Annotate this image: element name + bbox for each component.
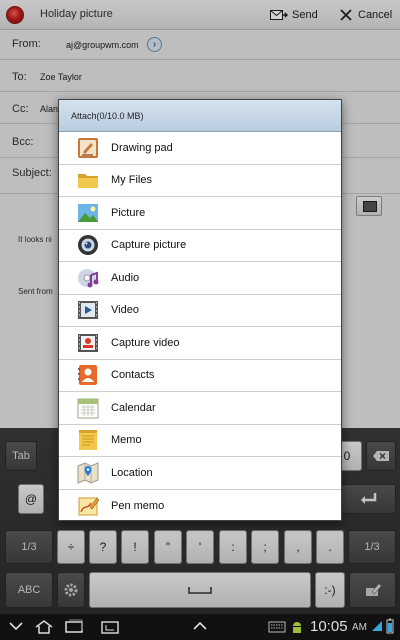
attach-option-label: Contacts <box>111 369 155 382</box>
attach-options-list: Drawing pad My Files Picture Capture pictur… <box>59 132 341 522</box>
attach-option-location[interactable]: Location <box>59 457 341 490</box>
audio-icon <box>78 268 99 288</box>
memo-icon <box>79 430 97 451</box>
recent-apps-icon[interactable] <box>64 619 84 635</box>
attach-option-label: Drawing pad <box>111 141 173 154</box>
chevron-up-icon[interactable] <box>192 619 208 633</box>
attach-option-picture[interactable]: Picture <box>59 197 341 230</box>
attach-option-drawing-pad[interactable]: Drawing pad <box>59 132 341 165</box>
folder-icon <box>78 174 98 189</box>
attach-option-my-files[interactable]: My Files <box>59 165 341 197</box>
attach-dialog: Attach(0/10.0 MB) Drawing pad My Files Pic… <box>58 99 342 521</box>
clock-ampm: AM <box>352 622 367 633</box>
picture-icon <box>78 203 98 222</box>
battery-icon <box>386 618 394 634</box>
attach-option-label: Location <box>111 466 153 479</box>
attach-option-video[interactable]: Video <box>59 295 341 327</box>
system-nav-bar: 10:05 AM <box>0 614 400 640</box>
pen-memo-icon <box>78 497 99 516</box>
drawing-pad-icon <box>78 137 98 158</box>
camera-icon <box>78 235 98 256</box>
attach-option-capture-picture[interactable]: Capture picture <box>59 230 341 262</box>
location-icon <box>77 461 99 484</box>
attach-option-label: My Files <box>111 174 152 187</box>
attach-option-label: Capture picture <box>111 239 187 252</box>
attach-option-contacts[interactable]: Contacts <box>59 360 341 392</box>
attach-option-label: Pen memo <box>111 499 165 512</box>
video-icon <box>78 301 98 320</box>
keyboard-icon <box>268 621 286 633</box>
wifi-icon <box>372 621 382 631</box>
attach-option-label: Video <box>111 304 139 317</box>
attach-option-capture-video[interactable]: Capture video <box>59 327 341 360</box>
contacts-icon <box>78 365 97 386</box>
attach-option-label: Audio <box>111 271 140 284</box>
capture-video-icon <box>78 333 98 352</box>
attach-option-memo[interactable]: Memo <box>59 425 341 457</box>
attach-option-calendar[interactable]: Calendar <box>59 392 341 425</box>
attach-option-label: Memo <box>111 434 142 447</box>
attach-option-audio[interactable]: Audio <box>59 262 341 295</box>
hide-keyboard-icon[interactable] <box>8 619 24 633</box>
attach-option-label: Calendar <box>111 401 156 414</box>
home-icon[interactable] <box>34 619 54 635</box>
calendar-icon <box>77 398 99 419</box>
attach-option-label: Capture video <box>111 336 180 349</box>
attach-option-pen-memo[interactable]: Pen memo <box>59 490 341 523</box>
android-icon <box>293 622 301 633</box>
screenshot-icon[interactable] <box>100 619 120 635</box>
dialog-title: Attach(0/10.0 MB) <box>59 100 341 132</box>
attach-option-label: Picture <box>111 206 146 219</box>
clock-time: 10:05 <box>310 618 348 635</box>
